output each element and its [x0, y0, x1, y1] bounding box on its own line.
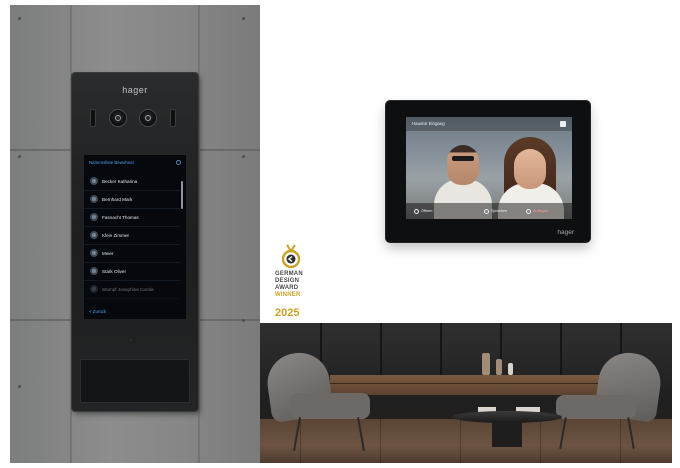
bell-icon — [90, 285, 98, 293]
wooden-sideboard — [330, 375, 640, 395]
visitor-woman-head — [514, 149, 546, 189]
resident-name: Becker Katharina — [102, 179, 138, 184]
resident-list-item[interactable]: Meier — [84, 245, 180, 263]
award-text-line: DESIGN — [275, 278, 300, 284]
resident-name: Stumpf Josephine Carola — [102, 287, 154, 292]
rivet — [242, 17, 245, 20]
resident-name: Fasnacht Thomas — [102, 215, 139, 220]
resident-list-item[interactable]: Bernhard Mark — [84, 191, 180, 209]
wooden-floor — [260, 419, 672, 463]
resident-name: Klein Zimmer — [102, 233, 130, 238]
door-station-brand: hager — [122, 85, 148, 95]
microphone-icon: ◦ — [130, 338, 132, 344]
monitor-video-feed: Haustür Eingang Öffnen Sprechen Auflegen — [406, 117, 572, 219]
sideboard-line — [330, 383, 640, 384]
sunglasses — [452, 156, 474, 161]
bell-icon — [90, 177, 98, 185]
armchair-right-seat — [556, 395, 636, 419]
resident-list-title: Namensliste Bewohner — [89, 160, 135, 165]
sensor-slot — [170, 109, 176, 127]
wall-panel-line — [380, 323, 382, 377]
door-station-touchscreen: Namensliste Bewohner Becker Katharina Be… — [84, 155, 186, 319]
wall-panel-line — [560, 323, 562, 377]
open-door-button[interactable]: Öffnen — [414, 207, 432, 215]
award-year: 2025 — [275, 307, 300, 319]
floor-board — [620, 419, 621, 463]
monitor-caller-label: Haustür Eingang — [412, 121, 445, 126]
resident-list-header: Namensliste Bewohner — [84, 155, 186, 171]
german-design-award-badge: GERMAN DESIGN AWARD WINNER 2025 — [275, 244, 309, 324]
open-door-label: Öffnen — [421, 209, 433, 213]
floor-board — [300, 419, 301, 463]
resident-list-item[interactable]: Becker Katharina — [84, 173, 180, 191]
award-medal-icon — [281, 244, 301, 268]
resident-name: Stark Oliver — [102, 269, 126, 274]
resident-list-item[interactable]: Stark Oliver — [84, 263, 180, 281]
list-scrollbar[interactable] — [181, 181, 183, 209]
indoor-monitor: Haustür Eingang Öffnen Sprechen Auflegen… — [386, 101, 590, 242]
search-icon[interactable] — [176, 160, 181, 165]
floor-board — [380, 419, 381, 463]
talk-label: Sprechen — [491, 209, 508, 213]
living-room-photo — [260, 323, 672, 463]
monitor-call-controls: Öffnen Sprechen Auflegen — [406, 203, 572, 219]
bell-icon — [90, 249, 98, 257]
visitor-man-head — [447, 145, 479, 185]
speaker-grille — [80, 359, 190, 403]
rivet — [18, 155, 21, 158]
rivet — [18, 17, 21, 20]
coffee-table-base — [492, 421, 522, 447]
monitor-brand: hager — [557, 229, 574, 236]
rivet — [242, 155, 245, 158]
sensor-slot — [90, 109, 96, 127]
back-link[interactable]: < Zurück — [89, 309, 106, 314]
floor-board — [460, 419, 461, 463]
rivet — [18, 385, 21, 388]
bell-icon — [90, 267, 98, 275]
camera-lens-icon — [140, 110, 156, 126]
resident-list-item[interactable]: Stumpf Josephine Carola — [84, 281, 180, 299]
bell-icon — [90, 195, 98, 203]
rivet — [242, 319, 245, 322]
camera-lens-icon — [110, 110, 126, 126]
door-icon[interactable] — [560, 121, 566, 127]
floor-board — [540, 419, 541, 463]
vase — [482, 353, 490, 375]
resident-name: Bernhard Mark — [102, 197, 133, 202]
bell-icon — [90, 213, 98, 221]
panel-seam — [198, 5, 200, 463]
award-text-line: AWARD — [275, 285, 299, 291]
vase — [508, 363, 513, 375]
resident-list-item[interactable]: Klein Zimmer — [84, 227, 180, 245]
monitor-top-bar: Haustür Eingang — [406, 117, 572, 131]
resident-list-item[interactable]: Fasnacht Thomas — [84, 209, 180, 227]
metal-wall-panel: hager Namensliste Bewohner Becker Kathar… — [10, 5, 260, 463]
resident-name: Meier — [102, 251, 114, 256]
armchair-left-seat — [290, 393, 370, 419]
award-text-line: WINNER — [275, 292, 301, 298]
vase — [496, 359, 502, 375]
hang-up-label: Auflegen — [533, 209, 548, 213]
hang-up-icon — [526, 208, 531, 214]
talk-button[interactable]: Sprechen — [484, 207, 507, 215]
door-station: hager Namensliste Bewohner Becker Kathar… — [72, 73, 198, 411]
key-icon — [414, 208, 419, 214]
wall-panel-line — [440, 323, 442, 377]
bell-icon — [90, 231, 98, 239]
award-text-line: GERMAN — [275, 271, 303, 277]
hang-up-button[interactable]: Auflegen — [526, 207, 548, 215]
phone-icon — [484, 208, 489, 214]
